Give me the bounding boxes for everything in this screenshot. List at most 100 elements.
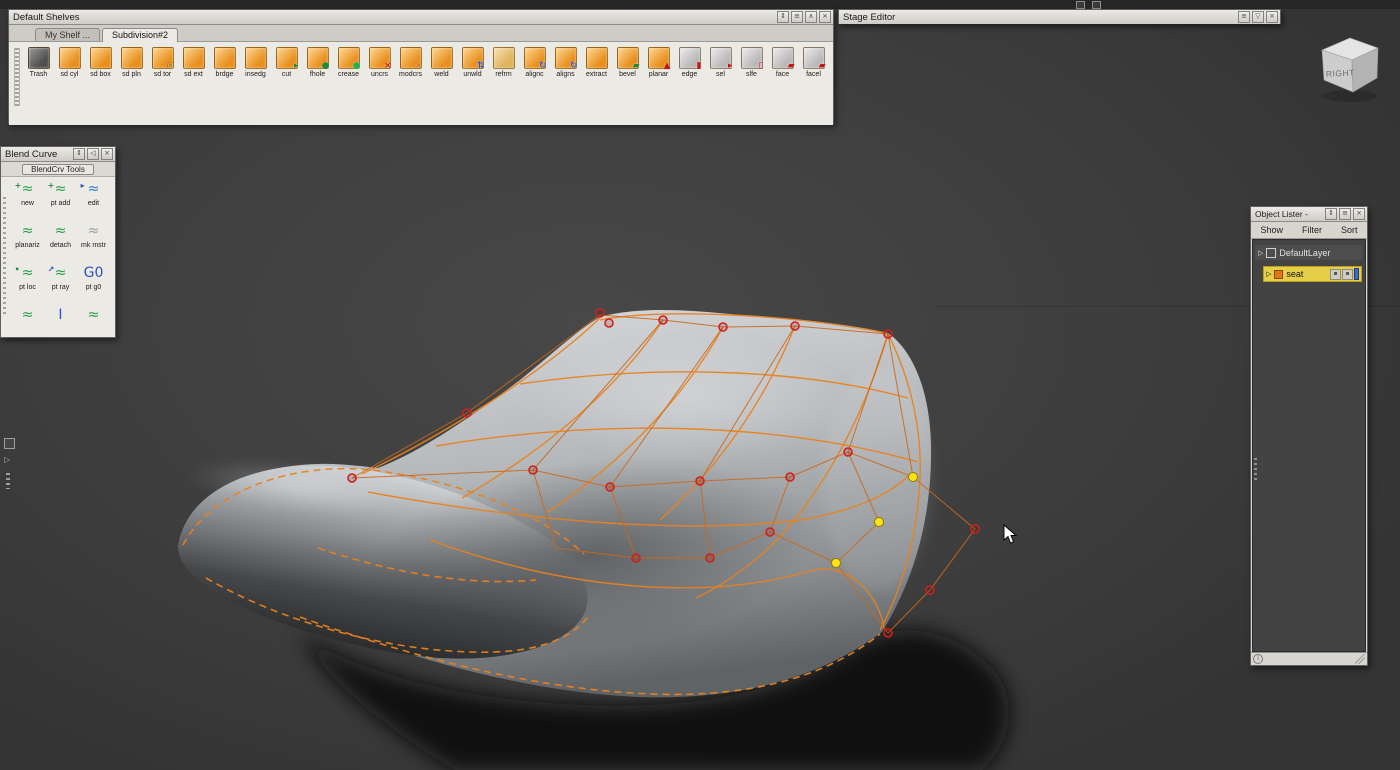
window-control-button[interactable]: × <box>101 148 113 160</box>
blend-tool-pt-add[interactable]: ≈+pt add <box>44 180 77 222</box>
cv-point[interactable] <box>786 473 794 481</box>
shelf-tool-planar[interactable]: ▲planar <box>643 47 674 78</box>
window-control-button[interactable]: ≡ <box>1339 208 1351 220</box>
blend-tool-partial[interactable]: I <box>44 306 77 338</box>
shelf-tool-insedg[interactable]: insedg <box>240 47 271 78</box>
cv-point[interactable] <box>659 316 667 324</box>
window-control-button[interactable]: ∧ <box>805 11 817 23</box>
cv-point[interactable] <box>632 554 640 562</box>
cv-point[interactable] <box>463 409 471 417</box>
shelf-tool-uncrs[interactable]: ×uncrs <box>364 47 395 78</box>
shelf-tool-alignc[interactable]: ↻alignc <box>519 47 550 78</box>
layer-row-defaultlayer[interactable]: ▷DefaultLayer <box>1255 245 1363 260</box>
blend-tool-partial[interactable]: ≈ <box>77 306 110 338</box>
cv-point[interactable] <box>926 586 934 594</box>
blend-grip[interactable] <box>3 197 6 317</box>
selected-cv-point[interactable] <box>832 559 841 568</box>
window-control-button[interactable]: ▽ <box>1252 11 1264 23</box>
cv-point[interactable] <box>529 466 537 474</box>
selected-cv-point[interactable] <box>909 473 918 482</box>
layer-visibility-checkbox[interactable] <box>1266 248 1276 258</box>
stage-editor-titlebar[interactable]: Stage Editor ≡▽× <box>839 10 1280 24</box>
selected-cv-point[interactable] <box>875 518 884 527</box>
shelf-tool-facel[interactable]: ▰facel <box>798 47 829 78</box>
shelf-tool-edge[interactable]: ▮edge <box>674 47 705 78</box>
cv-point[interactable] <box>884 330 892 338</box>
shelf-tool-sd-tor[interactable]: ◎sd tor <box>147 47 178 78</box>
menu-show[interactable]: Show <box>1258 225 1285 235</box>
blend-tool-partial[interactable]: ≈ <box>11 306 44 338</box>
window-control-button[interactable]: ⇕ <box>1325 208 1337 220</box>
expand-arrow-icon[interactable]: ▷ <box>1258 249 1263 257</box>
cv-point[interactable] <box>696 477 704 485</box>
shelf-tool-sd-box[interactable]: sd box <box>85 47 116 78</box>
shelf-tool-trash[interactable]: Trash <box>23 47 54 78</box>
window-control-button[interactable]: ◁ <box>87 148 99 160</box>
object-lister-titlebar[interactable]: Object Lister - ⇕≡× <box>1251 207 1367 222</box>
cv-point[interactable] <box>719 323 727 331</box>
shelf-tool-extract[interactable]: extract <box>581 47 612 78</box>
info-icon[interactable]: i <box>1253 654 1263 664</box>
tab-blendcrv-tools[interactable]: BlendCrv Tools <box>22 164 94 175</box>
shelf-tool-crease[interactable]: ●crease <box>333 47 364 78</box>
object-row-button[interactable]: ▪ <box>1330 269 1341 280</box>
window-control-button[interactable]: ≡ <box>791 11 803 23</box>
window-control-button[interactable]: × <box>1353 208 1365 220</box>
blend-tool-detach[interactable]: ≈detach <box>44 222 77 264</box>
cv-point[interactable] <box>766 528 774 536</box>
lister-grip[interactable] <box>1254 458 1257 482</box>
shelf-tool-brdge[interactable]: brdge <box>209 47 240 78</box>
cv-point[interactable] <box>606 483 614 491</box>
menu-filter[interactable]: Filter <box>1300 225 1324 235</box>
blend-tool-mk-mstr[interactable]: ≈mk mstr <box>77 222 110 264</box>
shelf-tool-unwld[interactable]: ⇅unwld <box>457 47 488 78</box>
shelf-tool-slfe[interactable]: ▯slfe <box>736 47 767 78</box>
maximize-icon[interactable] <box>1092 1 1101 9</box>
cv-point[interactable] <box>348 474 356 482</box>
cv-point[interactable] <box>706 554 714 562</box>
shelf-tool-sd-cyl[interactable]: sd cyl <box>54 47 85 78</box>
cv-point[interactable] <box>884 629 892 637</box>
shelves-titlebar[interactable]: Default Shelves ⇕≡∧× <box>9 10 833 25</box>
blend-tool-edit[interactable]: ≈▸edit <box>77 180 110 222</box>
tab-my-shelf[interactable]: My Shelf ... <box>35 28 100 41</box>
panel-grip[interactable] <box>6 473 10 489</box>
window-control-button[interactable]: ⇕ <box>73 148 85 160</box>
window-control-button[interactable]: ⇕ <box>777 11 789 23</box>
shelf-tool-bevel[interactable]: ▰bevel <box>612 47 643 78</box>
minimize-icon[interactable] <box>1076 1 1085 9</box>
blend-tool-planariz[interactable]: ≈planariz <box>11 222 44 264</box>
shelf-tool-cut[interactable]: ▸cut <box>271 47 302 78</box>
blend-tool-pt-loc[interactable]: ≈•pt loc <box>11 264 44 306</box>
cv-point[interactable] <box>596 309 604 317</box>
shelf-tool-sel[interactable]: ▸sel <box>705 47 736 78</box>
seat-model[interactable] <box>178 310 933 697</box>
shelf-tool-sd-pln[interactable]: sd pln <box>116 47 147 78</box>
shelf-tool-face[interactable]: ▰face <box>767 47 798 78</box>
object-row-seat[interactable]: ▷seat▪▪ <box>1263 266 1362 282</box>
tab-subdivision-2[interactable]: Subdivision#2 <box>102 28 178 42</box>
shelf-tool-aligns[interactable]: ↻aligns <box>550 47 581 78</box>
object-row-button[interactable]: ▪ <box>1342 269 1353 280</box>
shelf-tool-modcrs[interactable]: ×modcrs <box>395 47 426 78</box>
blend-tool-new[interactable]: ≈+new <box>11 180 44 222</box>
cv-point[interactable] <box>791 322 799 330</box>
cv-point[interactable] <box>605 319 613 327</box>
resize-handle[interactable] <box>1355 654 1365 664</box>
shelf-grip[interactable] <box>14 48 20 106</box>
shelf-tool-fhole[interactable]: ●fhole <box>302 47 333 78</box>
blend-tool-pt-ray[interactable]: ≈↗pt ray <box>44 264 77 306</box>
shelf-tool-refrm[interactable]: refrm <box>488 47 519 78</box>
window-control-button[interactable]: × <box>1266 11 1278 23</box>
blend-titlebar[interactable]: Blend Curve ⇕◁× <box>1 147 115 162</box>
window-control-button[interactable]: ≡ <box>1238 11 1250 23</box>
expand-arrow-icon[interactable]: ▷ <box>1266 270 1271 278</box>
shelf-tool-weld[interactable]: weld <box>426 47 457 78</box>
menu-sort[interactable]: Sort <box>1339 225 1360 235</box>
expand-arrow-icon[interactable]: ▷ <box>4 456 18 464</box>
shelf-tool-sd-ext[interactable]: sd ext <box>178 47 209 78</box>
window-control-button[interactable]: × <box>819 11 831 23</box>
view-cube[interactable]: RIGHT <box>1310 28 1390 108</box>
blend-tool-pt-g0[interactable]: G0pt g0 <box>77 264 110 306</box>
panel-toggle-icon[interactable] <box>4 438 15 449</box>
